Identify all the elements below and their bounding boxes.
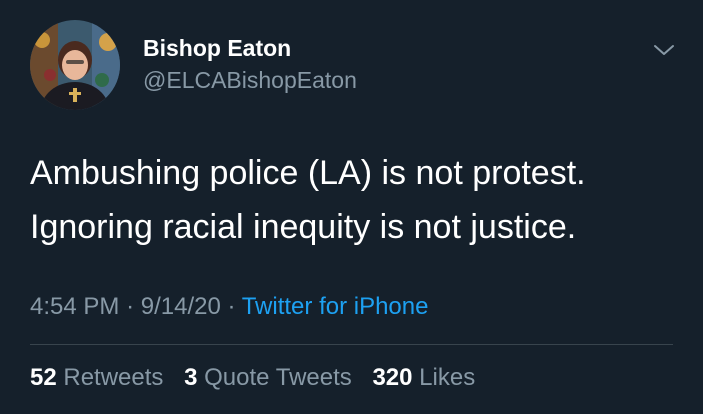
retweets-label: Retweets — [63, 364, 164, 391]
quote-tweets-stat[interactable]: 3 Quote Tweets — [184, 364, 358, 391]
retweets-stat[interactable]: 52 Retweets — [30, 364, 170, 391]
profile-photo-icon — [30, 20, 120, 110]
likes-count: 320 — [372, 364, 413, 391]
tweet-date[interactable]: 9/14/20 — [141, 293, 221, 320]
tweet-time[interactable]: 4:54 PM — [30, 293, 119, 320]
tweet-source-link[interactable]: Twitter for iPhone — [242, 293, 429, 320]
quote-tweets-label: Quote Tweets — [204, 364, 352, 391]
tweet-text-line: Ambushing police (LA) is not protest. — [30, 154, 586, 192]
chevron-down-icon[interactable] — [652, 40, 676, 60]
tweet-stats: 52 Retweets 3 Quote Tweets 320 Likes — [30, 364, 489, 392]
retweets-count: 52 — [30, 364, 57, 391]
tweet-timestamp: 4:54 PM · 9/14/20 · Twitter for iPhone — [30, 293, 428, 321]
meta-separator: · — [227, 293, 236, 320]
tweet-text: Ambushing police (LA) is not protest. Ig… — [30, 146, 680, 254]
user-handle[interactable]: @ELCABishopEaton — [143, 67, 357, 94]
divider — [30, 344, 673, 345]
meta-separator: · — [126, 293, 135, 320]
quote-tweets-count: 3 — [184, 364, 198, 391]
tweet-card: Bishop Eaton @ELCABishopEaton Ambushing … — [0, 0, 703, 414]
display-name[interactable]: Bishop Eaton — [143, 35, 291, 62]
likes-stat[interactable]: 320 Likes — [372, 364, 475, 391]
tweet-text-line: Ignoring racial inequity is not justice. — [30, 208, 577, 246]
likes-label: Likes — [419, 364, 476, 391]
avatar[interactable] — [30, 20, 120, 110]
